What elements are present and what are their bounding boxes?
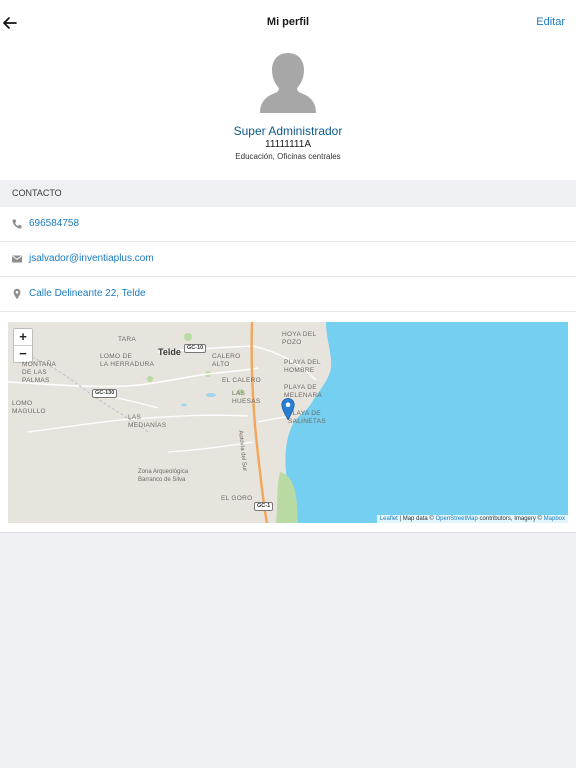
profile-id: 11111111A xyxy=(265,139,311,150)
map-label-las-huesas: LAS HUESAS xyxy=(232,390,261,405)
email-link[interactable]: jsalvador@inventiaplus.com xyxy=(29,253,154,264)
map-label-calero-alto: CALERO ALTO xyxy=(212,353,241,368)
map-label-el-goro: EL GORO xyxy=(221,495,253,502)
address-link[interactable]: Calle Delineante 22, Telde xyxy=(29,288,146,299)
profile-panel: Mi perfil Editar Super Administrador 111… xyxy=(0,0,576,180)
map-label-telde: Telde xyxy=(158,347,181,357)
map-label-hoya-pozo: HOYA DEL POZO xyxy=(282,331,317,346)
map-marker-icon[interactable] xyxy=(281,398,295,420)
phone-icon xyxy=(12,219,22,229)
phone-link[interactable]: 696584758 xyxy=(29,218,79,229)
contact-row-email[interactable]: jsalvador@inventiaplus.com xyxy=(0,242,576,277)
envelope-icon xyxy=(12,255,22,263)
zoom-control: + − xyxy=(13,328,33,363)
map-label-playa-hombre: PLAYA DEL HOMBRE xyxy=(284,359,321,374)
map-label-montana-palmas: MONTAÑA DE LAS PALMAS xyxy=(22,361,57,384)
map-label-zona-arqueologica: Zona Arqueológica Barranco de Silva xyxy=(138,469,189,483)
navbar: Mi perfil Editar xyxy=(0,0,576,46)
app-screen: Mi perfil Editar Super Administrador 111… xyxy=(0,0,576,768)
mapbox-link[interactable]: Mapbox xyxy=(544,516,565,522)
map-label-el-calero: EL CALERO xyxy=(222,377,261,384)
edit-button[interactable]: Editar xyxy=(536,16,565,28)
map-attribution: Leaflet | Map data © OpenStreetMap contr… xyxy=(376,515,568,523)
road-shield-gc1: GC-1 xyxy=(254,502,274,511)
leaflet-link[interactable]: Leaflet xyxy=(380,516,398,522)
map-pin-icon xyxy=(13,288,21,300)
page-title: Mi perfil xyxy=(266,16,310,28)
profile-name: Super Administrador xyxy=(233,124,343,138)
person-silhouette-icon xyxy=(260,53,316,113)
map-container: + − TARA Telde LOMO DE LA HERRADURA MONT… xyxy=(0,312,576,533)
zoom-in-button[interactable]: + xyxy=(14,329,32,346)
contact-row-address[interactable]: Calle Delineante 22, Telde xyxy=(0,277,576,312)
road-shield-gc130: GC-130 xyxy=(92,389,118,398)
attribution-text-2: contributors, Imagery © xyxy=(477,516,544,522)
attribution-text-1: | Map data © xyxy=(397,516,436,522)
osm-link[interactable]: OpenStreetMap xyxy=(436,516,478,522)
map-view[interactable]: + − TARA Telde LOMO DE LA HERRADURA MONT… xyxy=(8,322,568,523)
profile-department: Educación, Oficinas centrales xyxy=(235,152,341,161)
map-label-lomo-magullo: LOMO MAGULLO xyxy=(12,400,46,415)
profile-header: Super Administrador 11111111A Educación,… xyxy=(0,46,576,180)
contact-row-phone[interactable]: 696584758 xyxy=(0,207,576,242)
map-label-tara: TARA xyxy=(118,336,137,343)
section-header-contacto: CONTACTO xyxy=(0,180,576,207)
map-label-lomo-herradura: LOMO DE LA HERRADURA xyxy=(100,353,155,368)
road-shield-gc10: GC-10 xyxy=(184,344,207,353)
zoom-out-button[interactable]: − xyxy=(14,346,32,362)
map-label-las-medianias: LAS MEDIANÍAS xyxy=(128,414,167,429)
